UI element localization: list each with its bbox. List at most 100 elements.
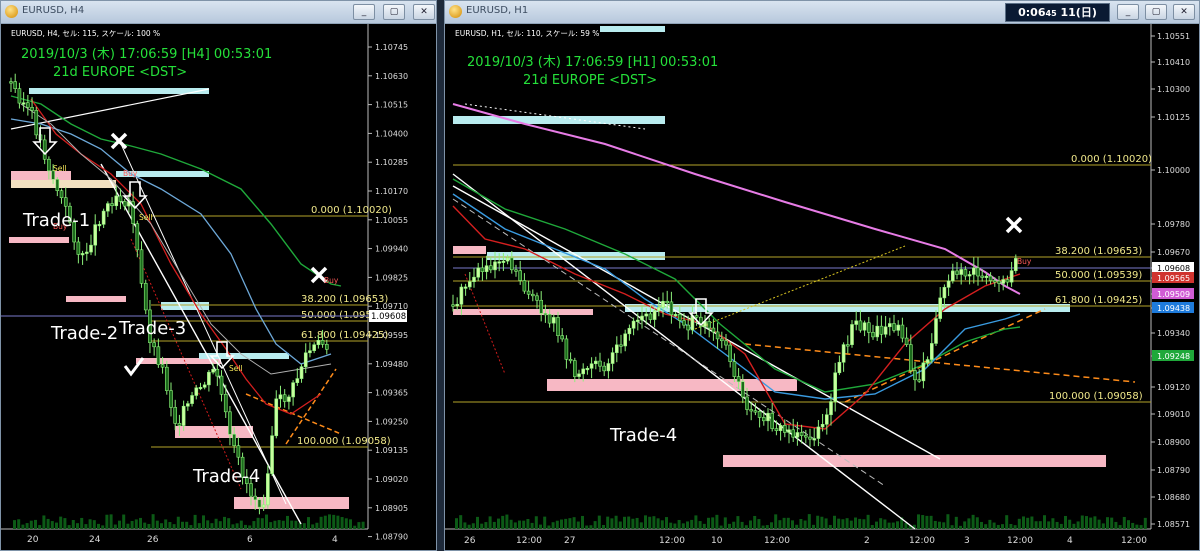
date-tick-label: 26	[147, 535, 159, 545]
close-button[interactable]: ✕	[413, 4, 435, 20]
minimize-button[interactable]: _	[1117, 4, 1139, 20]
right-candle-body	[808, 436, 812, 440]
volume-bar	[1072, 523, 1076, 529]
volume-bar	[749, 520, 752, 529]
right-candle-body	[745, 396, 749, 410]
volume-bar	[1064, 515, 1067, 529]
left-candle-body	[282, 394, 287, 402]
left-candle-body	[274, 398, 279, 437]
left-candle-body	[164, 366, 169, 391]
left-candle-body	[118, 195, 123, 202]
volume-bar	[933, 520, 937, 529]
volume-bar	[715, 514, 719, 529]
right-candle-body	[526, 290, 531, 295]
price-tick-label: 1.08790	[1157, 466, 1190, 475]
volume-bar	[97, 523, 100, 529]
volume-bar	[795, 524, 799, 529]
volume-bar	[84, 524, 88, 529]
volume-bar	[471, 523, 475, 529]
right-candle-body	[955, 270, 959, 275]
volume-bar	[92, 520, 96, 529]
volume-bar	[988, 519, 992, 529]
price-tick-label: 1.10000	[1157, 166, 1190, 175]
volume-bar	[492, 521, 496, 529]
volume-bar	[143, 522, 147, 529]
volume-bar	[728, 523, 731, 529]
maximize-button[interactable]: ▢	[1145, 4, 1167, 20]
volume-bar	[134, 519, 138, 529]
left-titlebar[interactable]: EURUSD, H4 _ ▢ ✕	[1, 1, 436, 24]
volume-bar	[1127, 520, 1130, 529]
right-chart[interactable]: EURUSD, H1, セル: 110, スケール: 59 % 2019/10/3…	[445, 24, 1199, 551]
right-candle-body	[598, 360, 602, 367]
right-candle-body	[619, 344, 623, 347]
volume-bar	[332, 514, 336, 529]
left-chart[interactable]: EURUSD, H4, セル: 115, スケール: 100 % 2019/10/…	[1, 24, 437, 551]
volume-bar	[1080, 515, 1084, 529]
price-tick-label: 1.10300	[1157, 85, 1190, 94]
right-candle-body	[841, 344, 846, 363]
header-timestamp: 2019/10/3 (木) 17:06:59 [H1] 00:53:01	[467, 55, 718, 70]
maximize-button[interactable]: ▢	[383, 4, 405, 20]
volume-bar	[513, 522, 517, 529]
left-candle-body	[106, 203, 110, 212]
left-candle-body	[299, 366, 304, 379]
fib-level-label: 100.000 (1.09058)	[1049, 391, 1143, 402]
right-candle-body	[480, 267, 485, 272]
left-candle-body	[47, 158, 51, 172]
right-candle-body	[917, 379, 922, 382]
left-chart-window[interactable]: EURUSD, H4 _ ▢ ✕ EURUSD, H4, セル: 115, スケ…	[0, 0, 437, 551]
volume-bar	[946, 514, 950, 529]
left-chart-canvas[interactable]: EURUSD, H4, セル: 115, スケール: 100 % 2019/10/…	[1, 24, 437, 551]
right-candle-body	[488, 265, 493, 271]
volume-bar	[711, 517, 715, 529]
right-candle-body	[636, 319, 640, 322]
volume-bar	[480, 523, 484, 529]
right-candle-body	[535, 295, 539, 301]
volume-bar	[673, 523, 677, 529]
volume-bar	[677, 519, 681, 529]
volume-bar	[820, 516, 824, 529]
minimize-button[interactable]: _	[353, 4, 375, 20]
right-candle-body	[1005, 279, 1010, 283]
right-candle-body	[451, 304, 455, 307]
trade-label: Trade-3	[118, 318, 186, 339]
price-tick-label: 1.10515	[375, 101, 408, 110]
right-candle-body	[803, 435, 808, 438]
volume-bar	[38, 525, 42, 529]
volume-bar	[353, 525, 357, 529]
right-titlebar[interactable]: EURUSD, H1 0:0645 11(日) _ ▢ ✕	[445, 1, 1199, 24]
volume-bar	[950, 525, 954, 529]
right-candle-body	[967, 274, 972, 277]
right-chart-canvas[interactable]: EURUSD, H1, セル: 110, スケール: 59 % 2019/10/3…	[445, 24, 1199, 551]
right-candle-body	[715, 331, 720, 340]
volume-bar	[80, 517, 84, 529]
volume-bar	[172, 524, 176, 529]
right-candle-body	[657, 307, 661, 312]
right-candle-body	[539, 299, 543, 314]
right-candle-body	[812, 438, 817, 441]
volume-bar	[1009, 524, 1013, 529]
price-tick-label: 1.09825	[375, 273, 408, 282]
volume-bar	[896, 521, 899, 529]
signal-label: Sell	[139, 213, 153, 222]
right-candle-body	[459, 286, 464, 305]
volume-bar	[959, 525, 962, 529]
left-candle-body	[177, 423, 182, 426]
volume-bar	[1106, 517, 1109, 529]
volume-bar	[155, 520, 159, 529]
signal-label: Sell	[229, 364, 243, 373]
right-chart-window[interactable]: EURUSD, H1 0:0645 11(日) _ ▢ ✕ EURUSD, H1…	[444, 0, 1200, 551]
demand-zone	[723, 455, 1106, 467]
volume-bar	[509, 519, 513, 529]
close-button[interactable]: ✕	[1173, 4, 1195, 20]
volume-bar	[71, 520, 75, 529]
volume-bar	[1022, 516, 1025, 529]
volume-bar	[585, 525, 589, 529]
volume-bar	[231, 524, 235, 529]
left-candle-body	[291, 382, 295, 398]
volume-bar	[963, 521, 967, 529]
supply-zone	[487, 252, 665, 260]
date-tick-label: 26	[464, 536, 476, 546]
volume-bar	[105, 514, 109, 529]
